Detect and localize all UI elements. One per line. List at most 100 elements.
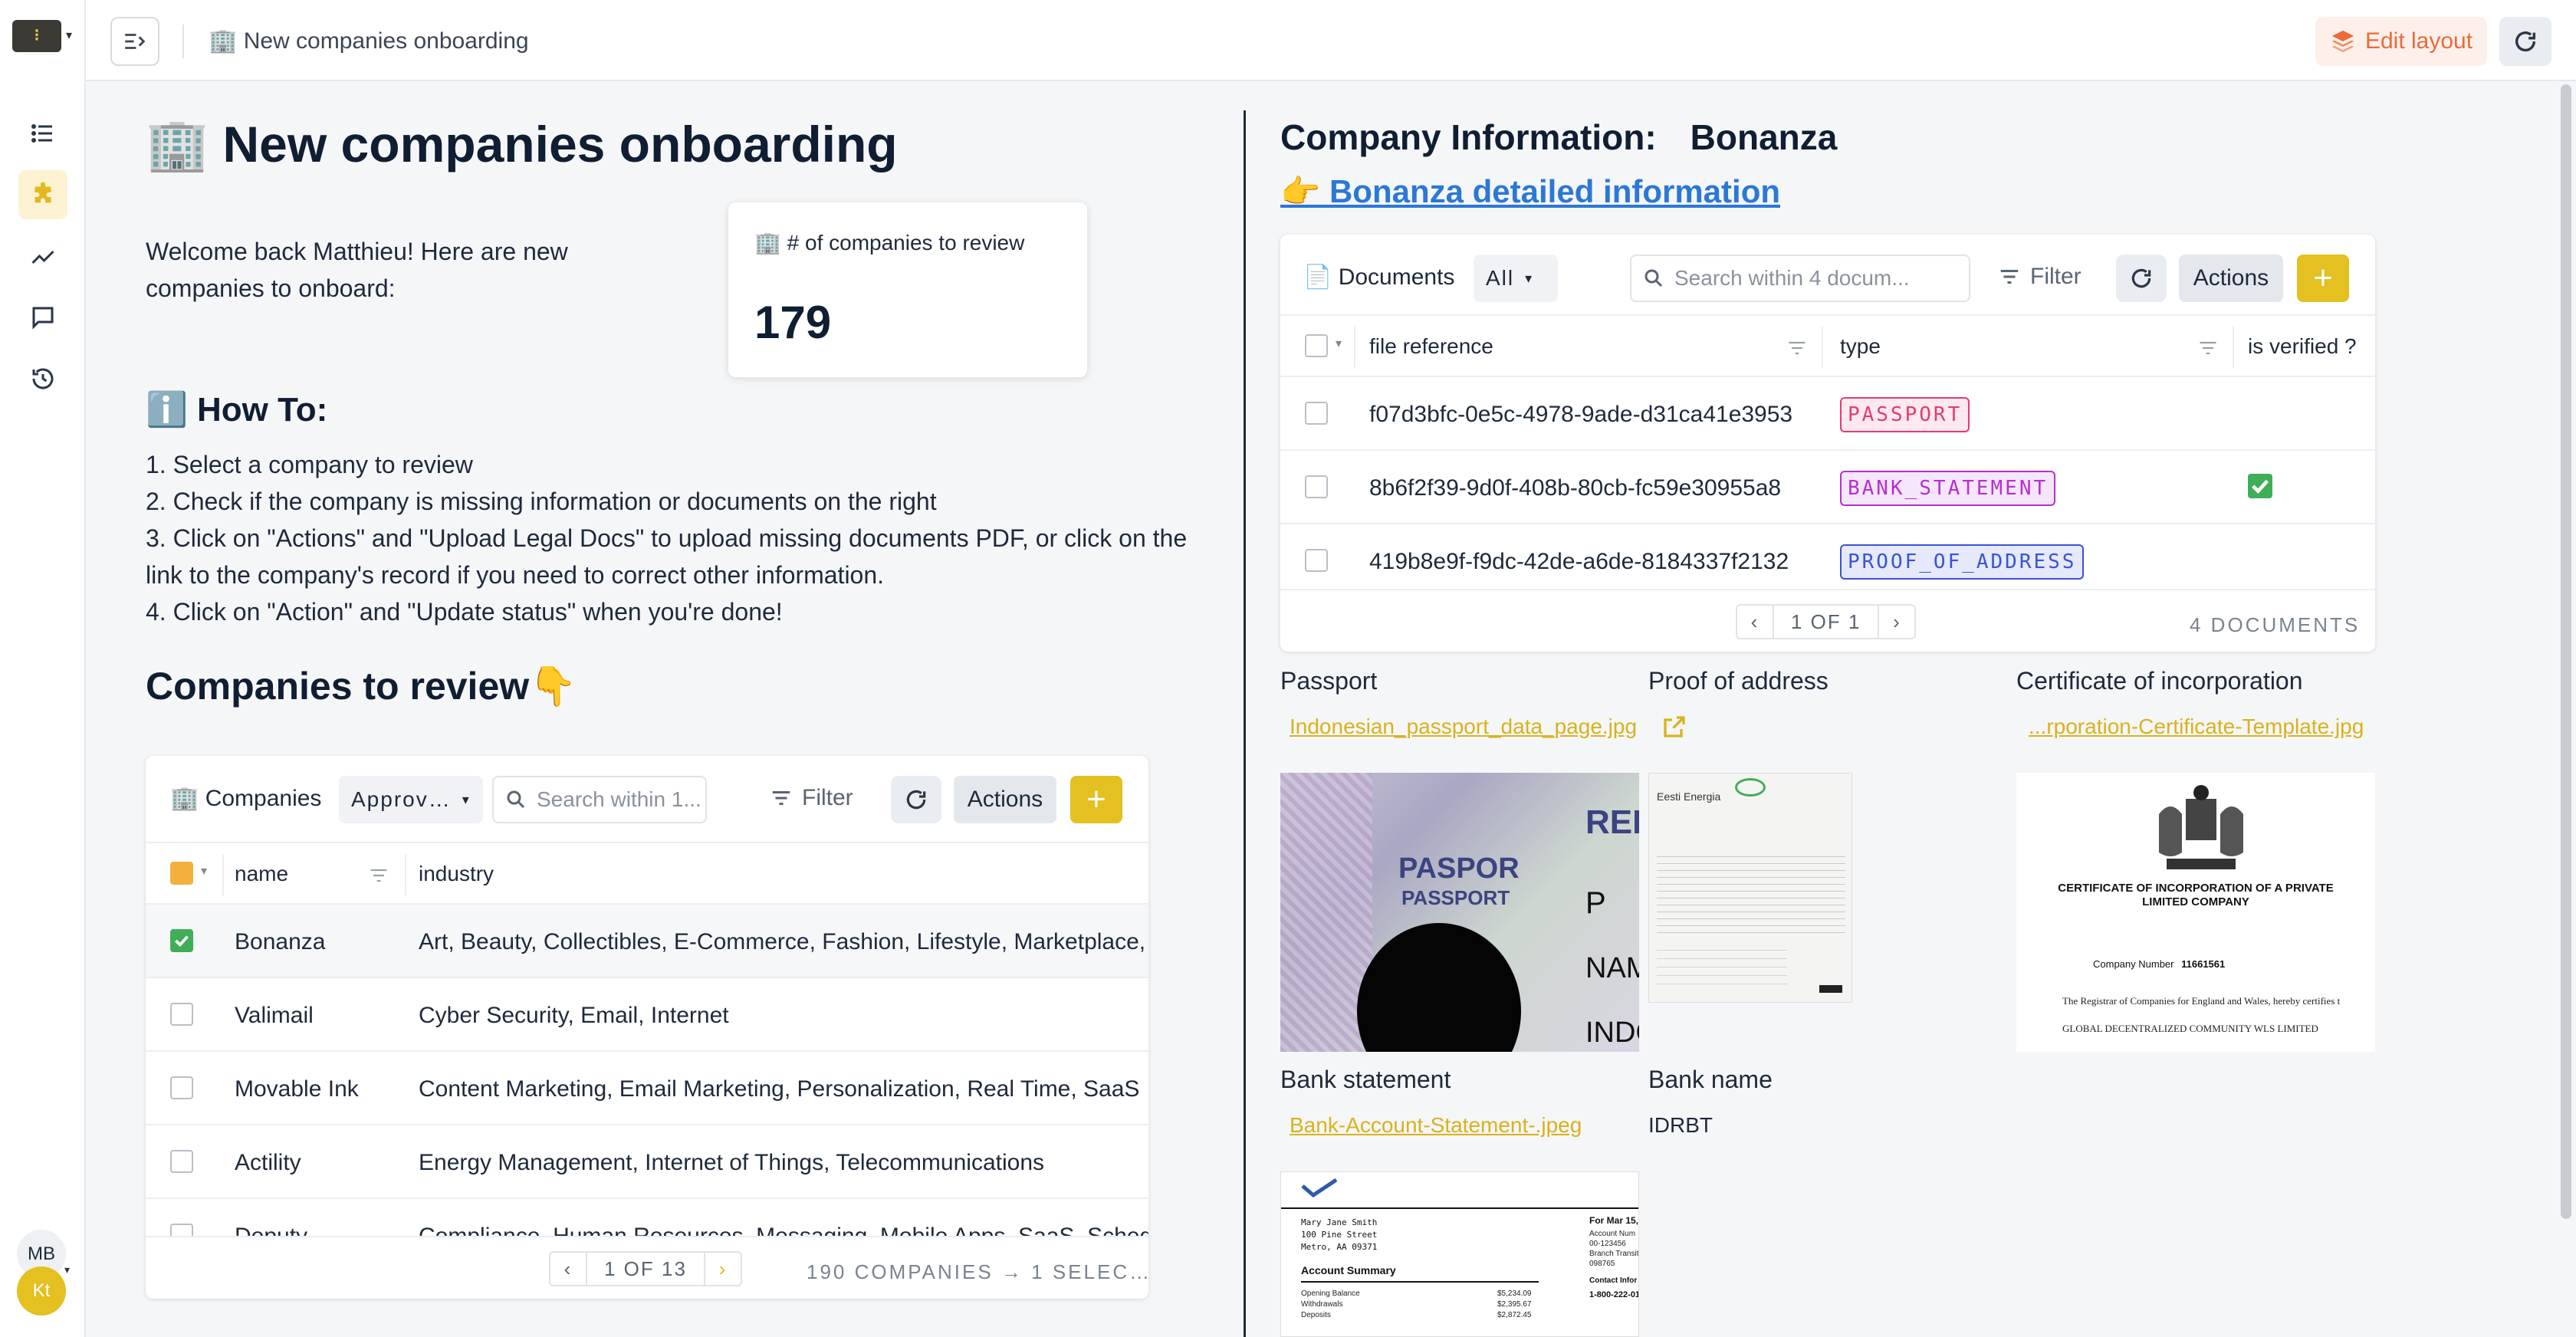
row-checkbox[interactable]	[170, 1003, 193, 1026]
stat-value: 179	[754, 297, 832, 348]
bank-statement-file-link[interactable]: Bank-Account-Statement-.jpeg	[1290, 1113, 1612, 1138]
passport-thumbnail[interactable]: PASPOR PASSPORT REP P NAM INDO	[1280, 773, 1639, 1052]
chevron-down-icon[interactable]: ▾	[66, 28, 72, 43]
document-lines	[1657, 942, 1787, 988]
account-detail: Account Num	[1589, 1230, 1636, 1238]
add-button[interactable]: +	[2297, 255, 2349, 302]
company-industry: Cyber Security, Email, Internet	[419, 1003, 729, 1028]
table-row[interactable]: Valimail Cyber Security, Email, Internet	[146, 978, 1148, 1052]
account-details: Account Num 00-123456 Branch Transit 098…	[1589, 1229, 1638, 1269]
column-separator	[2233, 327, 2234, 368]
pagination: ‹ 1 OF 13 ›	[549, 1251, 742, 1286]
proof-of-address-label: Proof of address	[1648, 667, 1829, 695]
chevron-down-icon[interactable]: ▾	[1336, 336, 1342, 351]
edit-layout-button[interactable]: Edit layout	[2315, 17, 2487, 66]
table-row[interactable]: Actility Energy Management, Internet of …	[146, 1125, 1148, 1199]
row-checkbox[interactable]	[170, 1150, 193, 1173]
column-filter-icon[interactable]	[2197, 337, 2219, 359]
company-info-name: Bonanza	[1690, 117, 1838, 157]
passport-label: Passport	[1280, 667, 1378, 695]
workspace-avatar[interactable]: Kt	[17, 1266, 66, 1316]
account-detail: Branch Transit	[1589, 1250, 1639, 1258]
bank-statement-thumbnail[interactable]: Mary Jane Smith 100 Pine Street Metro, A…	[1280, 1171, 1639, 1337]
company-info-prefix: Company Information:	[1280, 117, 1657, 157]
breadcrumb: 🏢 New companies onboarding	[209, 28, 529, 54]
column-header-verified[interactable]: is verified ?	[2248, 334, 2357, 359]
expand-sidebar-button[interactable]	[110, 17, 159, 66]
company-detail-link[interactable]: 👉 Bonanza detailed information	[1280, 173, 1780, 211]
top-bar: 🏢 New companies onboarding Edit layout	[86, 0, 2576, 81]
panel-divider[interactable]	[1244, 110, 1246, 1337]
certificate-file-link[interactable]: ...rporation-Certificate-Template.jpg	[2029, 714, 2375, 739]
table-row[interactable]: Bonanza Art, Beauty, Collectibles, E-Com…	[146, 905, 1148, 978]
chat-icon[interactable]	[18, 293, 67, 342]
layers-icon	[2331, 30, 2354, 53]
row-checkbox[interactable]	[1305, 549, 1328, 572]
company-industry: Content Marketing, Email Marketing, Pers…	[419, 1076, 1140, 1102]
prev-page-button[interactable]: ‹	[1737, 606, 1773, 638]
select-all-checkbox[interactable]	[170, 862, 193, 885]
next-page-button[interactable]: ›	[705, 1253, 741, 1285]
companies-section-title: Companies to review👇	[146, 665, 577, 708]
external-link-icon[interactable]	[1661, 713, 1688, 741]
column-header-type[interactable]: type	[1840, 334, 1881, 359]
file-reference: 8b6f2f39-9d0f-408b-80cb-fc59e30955a8	[1369, 475, 1782, 501]
file-reference: f07d3bfc-0e5c-4978-9ade-d31ca41e3953	[1369, 402, 1793, 427]
row-checkbox[interactable]	[1305, 475, 1328, 498]
document-type-badge: BANK_STATEMENT	[1840, 471, 2056, 506]
add-button[interactable]: +	[1070, 776, 1122, 823]
column-header-file-reference[interactable]: file reference	[1369, 334, 1493, 359]
table-refresh-button[interactable]	[2116, 255, 2167, 302]
account-summary-heading: Account Summary	[1301, 1264, 1539, 1283]
company-name: Actility	[235, 1150, 301, 1175]
page-scrollbar[interactable]	[2561, 84, 2571, 1219]
row-checkbox[interactable]	[170, 929, 193, 952]
passport-text: P	[1585, 886, 1606, 920]
table-row[interactable]: Movable Ink Content Marketing, Email Mar…	[146, 1052, 1148, 1125]
puzzle-icon[interactable]	[18, 170, 67, 219]
search-placeholder: Search within 4 docum...	[1674, 266, 1910, 290]
column-separator	[222, 854, 224, 895]
filter-button[interactable]: Filter	[770, 785, 853, 811]
actions-button[interactable]: Actions	[2179, 255, 2283, 302]
passport-file-link[interactable]: Indonesian_passport_data_page.jpg	[1290, 714, 1641, 739]
actions-button[interactable]: Actions	[954, 776, 1056, 823]
app-logo[interactable]: ⁝	[12, 20, 61, 52]
bank-logo-icon	[1301, 1178, 1338, 1198]
list-icon[interactable]	[18, 109, 67, 158]
column-filter-icon[interactable]	[368, 865, 389, 886]
prev-page-button[interactable]: ‹	[550, 1253, 586, 1285]
history-icon[interactable]	[18, 354, 67, 403]
table-refresh-button[interactable]	[891, 776, 941, 823]
chart-line-icon[interactable]	[18, 232, 67, 281]
column-header-name[interactable]: name	[235, 862, 288, 886]
table-row[interactable]: f07d3bfc-0e5c-4978-9ade-d31ca41e3953 PAS…	[1280, 377, 2375, 451]
table-row[interactable]: 419b8e9f-f9dc-42de-a6de-8184337f2132 PRO…	[1280, 524, 2375, 598]
filter-label: Filter	[802, 785, 853, 810]
table-row[interactable]: 8b6f2f39-9d0f-408b-80cb-fc59e30955a8 BAN…	[1280, 451, 2375, 524]
chevron-down-icon[interactable]: ▾	[201, 863, 207, 879]
certificate-number-row: Company Number 11661561	[2093, 958, 2225, 970]
column-filter-icon[interactable]	[1786, 337, 1808, 359]
companies-search-input[interactable]: Search within 1...	[492, 776, 707, 823]
company-industry: Art, Beauty, Collectibles, E-Commerce, F…	[419, 929, 1146, 954]
divider	[182, 25, 184, 58]
welcome-text: Welcome back Matthieu! Here are new comp…	[146, 238, 568, 302]
chevron-down-icon[interactable]: ▾	[64, 1263, 70, 1276]
table-header: ▾ name industry	[146, 842, 1148, 905]
documents-filter-select[interactable]: All ▾	[1474, 255, 1558, 302]
table-footer: ‹ 1 OF 13 › 190 COMPANIES → 1 SELEC…	[146, 1236, 1148, 1299]
documents-search-input[interactable]: Search within 4 docum...	[1630, 255, 1970, 302]
select-all-checkbox[interactable]	[1305, 334, 1328, 357]
refresh-button[interactable]	[2499, 17, 2551, 66]
next-page-button[interactable]: ›	[1879, 606, 1914, 638]
filter-icon	[2000, 270, 2019, 284]
row-checkbox[interactable]	[1305, 402, 1328, 425]
status-filter-select[interactable]: Approv… ▾	[339, 776, 483, 823]
row-checkbox[interactable]	[170, 1076, 193, 1099]
certificate-body: The Registrar of Companies for England a…	[2062, 995, 2341, 1007]
proof-of-address-thumbnail[interactable]: Eesti Energia	[1648, 773, 1852, 1003]
filter-button[interactable]: Filter	[1998, 264, 2082, 290]
column-header-industry[interactable]: industry	[419, 862, 494, 886]
certificate-thumbnail[interactable]: CERTIFICATE OF INCORPORATION OF A PRIVAT…	[2016, 773, 2375, 1052]
